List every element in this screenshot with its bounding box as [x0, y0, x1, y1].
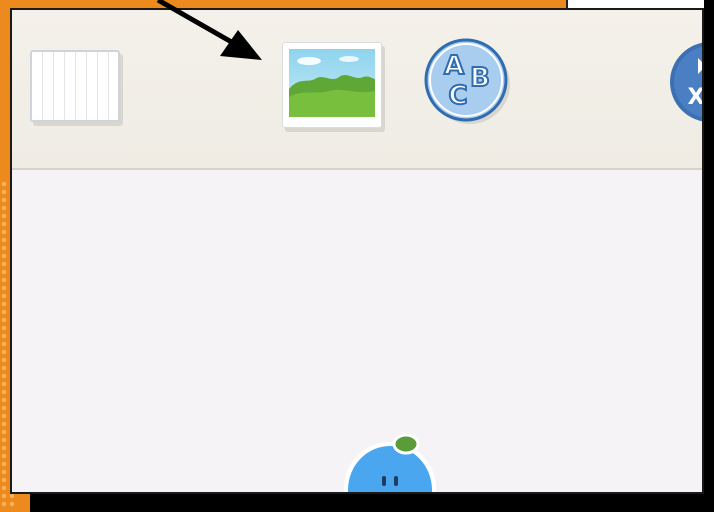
bottom-edge: [30, 494, 714, 512]
x-icon: X: [670, 42, 704, 122]
toolbar: A B C X: [12, 10, 702, 170]
abc-letters-tool[interactable]: A B C: [424, 38, 512, 126]
x-glyph: X: [688, 85, 704, 110]
abc-glyph-c: C: [448, 81, 467, 111]
abc-letters-icon: A B C: [424, 38, 510, 124]
right-edge: [704, 0, 714, 512]
abc-glyph-b: B: [470, 63, 490, 93]
pointer-arrow-icon: [156, 0, 262, 60]
clear-tool[interactable]: X: [668, 40, 704, 128]
app-window: A B C X: [10, 8, 704, 494]
landscape-image-icon: [289, 49, 375, 117]
abc-glyph-a: A: [444, 51, 464, 81]
image-tool[interactable]: [282, 42, 382, 128]
mascot: [342, 428, 438, 492]
blank-page-tool[interactable]: [30, 50, 120, 122]
blue-blob-mascot-icon: [344, 433, 436, 492]
